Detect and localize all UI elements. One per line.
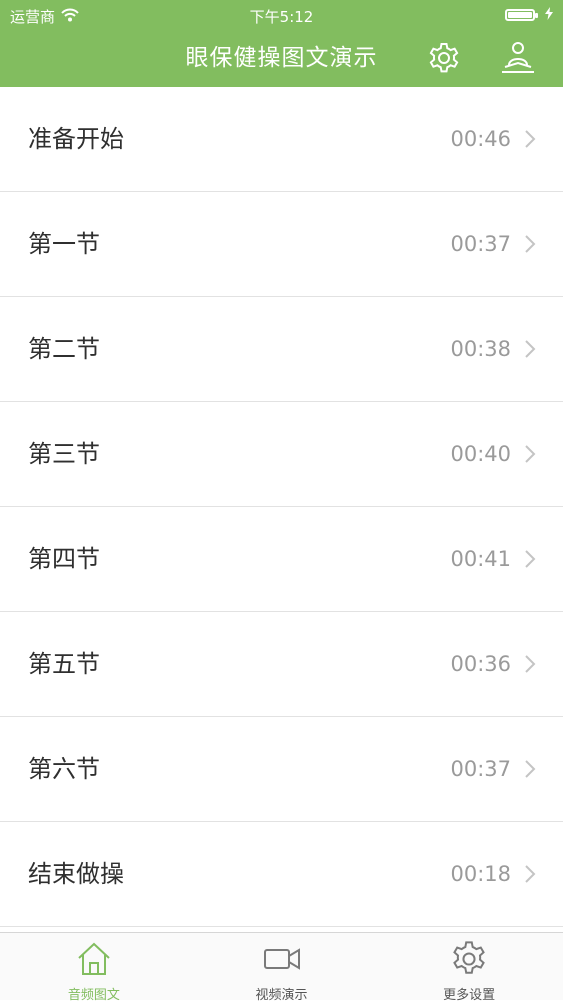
battery-group bbox=[505, 6, 553, 24]
home-icon bbox=[74, 939, 114, 979]
list-item[interactable]: 第六节 00:37 bbox=[0, 717, 563, 822]
gear-icon bbox=[429, 43, 459, 73]
section-name: 第三节 bbox=[28, 440, 100, 468]
chevron-right-icon bbox=[525, 550, 536, 568]
status-time: 下午5:12 bbox=[249, 8, 314, 26]
list-item[interactable]: 准备开始 00:46 bbox=[0, 87, 563, 192]
section-name: 结束做操 bbox=[28, 860, 124, 888]
section-duration: 00:41 bbox=[450, 547, 511, 571]
section-duration: 00:37 bbox=[450, 232, 511, 256]
battery-icon bbox=[505, 9, 538, 21]
tab-more-settings[interactable]: 更多设置 bbox=[375, 933, 563, 1003]
gear-icon bbox=[449, 939, 489, 979]
chevron-right-icon bbox=[525, 445, 536, 463]
status-bar: 运营商 下午5:12 bbox=[0, 0, 563, 30]
charging-bolt-icon bbox=[545, 6, 553, 24]
tab-label: 更多设置 bbox=[443, 988, 496, 1003]
chevron-right-icon bbox=[525, 340, 536, 358]
section-duration: 00:40 bbox=[450, 442, 511, 466]
section-name: 第四节 bbox=[28, 545, 100, 573]
list-item[interactable]: 第四节 00:41 bbox=[0, 507, 563, 612]
list-item[interactable]: 结束做操 00:18 bbox=[0, 822, 563, 927]
section-name: 第二节 bbox=[28, 335, 100, 363]
settings-button[interactable] bbox=[424, 38, 464, 78]
list-item[interactable]: 第五节 00:36 bbox=[0, 612, 563, 717]
chevron-right-icon bbox=[525, 235, 536, 253]
section-name: 第六节 bbox=[28, 755, 100, 783]
section-duration: 00:38 bbox=[450, 337, 511, 361]
video-camera-icon bbox=[262, 939, 302, 979]
section-duration: 00:37 bbox=[450, 757, 511, 781]
section-duration: 00:46 bbox=[450, 127, 511, 151]
page-title: 眼保健操图文演示 bbox=[185, 45, 378, 71]
tab-label: 视频演示 bbox=[255, 988, 308, 1003]
list-item[interactable]: 第二节 00:38 bbox=[0, 297, 563, 402]
tab-video-demo[interactable]: 视频演示 bbox=[188, 933, 376, 1003]
chevron-right-icon bbox=[525, 655, 536, 673]
top-bar: 运营商 下午5:12 眼保健操图文演示 bbox=[0, 0, 563, 87]
tab-label: 音频图文 bbox=[67, 988, 120, 1003]
tab-bar: 音频图文 视频演示 更多设置 bbox=[0, 932, 563, 1003]
section-duration: 00:36 bbox=[450, 652, 511, 676]
tab-audio-graphics[interactable]: 音频图文 bbox=[0, 933, 188, 1003]
profile-button[interactable] bbox=[498, 38, 538, 78]
section-name: 第一节 bbox=[28, 230, 100, 258]
section-list: 准备开始 00:46 第一节 00:37 第二节 00:38 第三节 00:40 第四节 00:4… bbox=[0, 87, 563, 927]
meditation-person-icon bbox=[502, 42, 534, 73]
section-duration: 00:18 bbox=[450, 862, 511, 886]
chevron-right-icon bbox=[525, 760, 536, 778]
section-name: 准备开始 bbox=[28, 125, 124, 153]
list-item[interactable]: 第三节 00:40 bbox=[0, 402, 563, 507]
chevron-right-icon bbox=[525, 865, 536, 883]
chevron-right-icon bbox=[525, 130, 536, 148]
section-name: 第五节 bbox=[28, 650, 100, 678]
list-item[interactable]: 第一节 00:37 bbox=[0, 192, 563, 297]
